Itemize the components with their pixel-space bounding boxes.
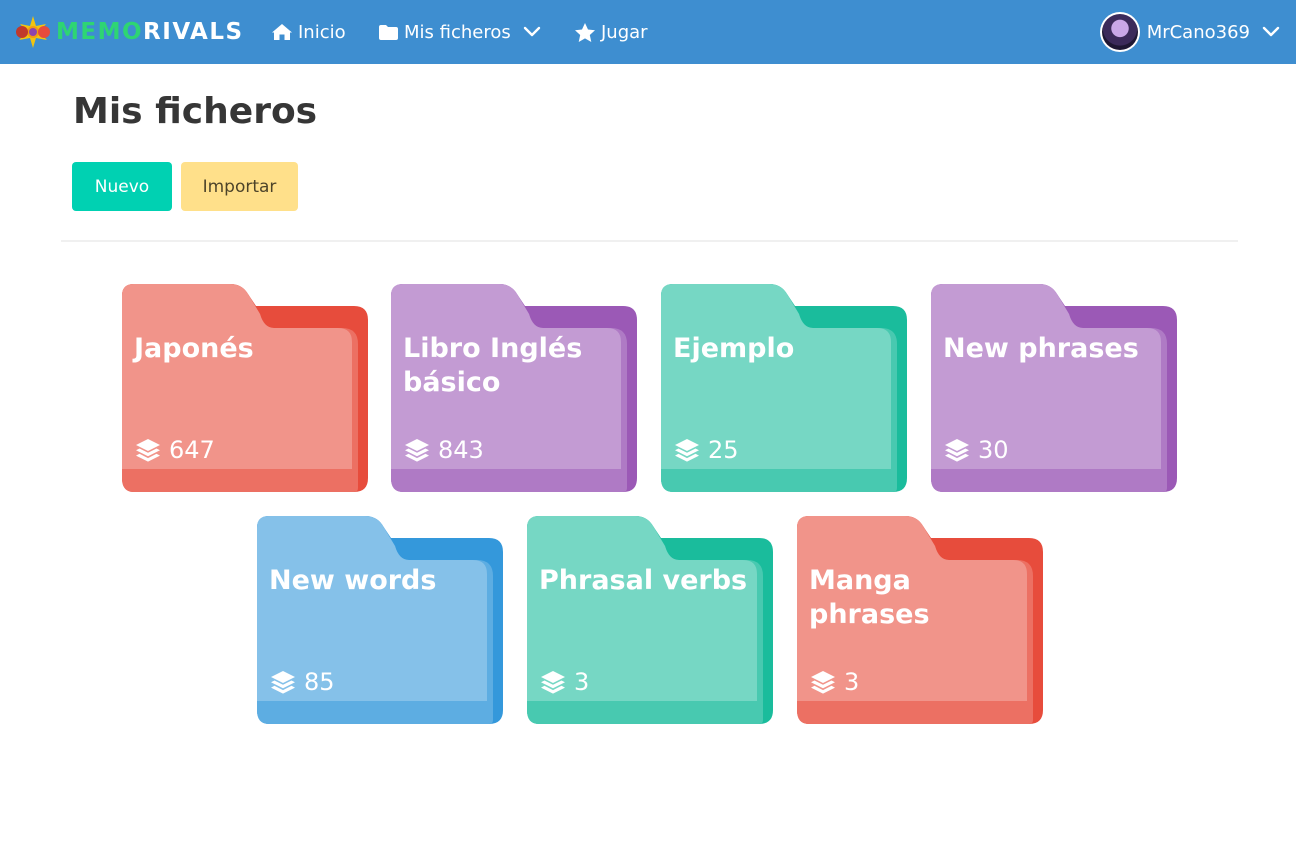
layers-icon [135, 438, 161, 462]
star-icon [574, 22, 596, 43]
folder-count: 843 [438, 436, 484, 464]
folder-count: 85 [304, 668, 335, 696]
chevron-down-icon [523, 26, 541, 38]
folder-name: Japonés [134, 333, 254, 364]
logo-text: MEMORIVALS [56, 19, 244, 45]
nav-jugar[interactable]: Jugar [574, 0, 648, 64]
layers-icon [810, 670, 836, 694]
folder-name: Manga phrases [809, 565, 930, 630]
folder-name: Libro Inglés básico [403, 333, 583, 398]
folder-count: 25 [708, 436, 739, 464]
chevron-down-icon [1262, 26, 1280, 38]
user-name: MrCano369 [1146, 21, 1250, 43]
layers-icon [404, 438, 430, 462]
layers-icon [540, 670, 566, 694]
avatar [1099, 12, 1140, 52]
folder-count: 30 [978, 436, 1009, 464]
folder-card-count: 3 [540, 668, 589, 696]
nav-mis-ficheros[interactable]: Mis ficheros [378, 0, 541, 64]
layers-icon [270, 670, 296, 694]
folder-card-count: 647 [135, 436, 215, 464]
layers-icon [944, 438, 970, 462]
folder-card-count: 85 [270, 668, 335, 696]
nav-inicio-label: Inicio [298, 21, 346, 43]
divider [61, 240, 1238, 242]
logo[interactable]: MEMORIVALS [14, 14, 244, 50]
folder-name: New phrases [943, 333, 1139, 364]
folder-name: Ejemplo [673, 333, 795, 364]
nav-inicio[interactable]: Inicio [271, 0, 346, 64]
user-menu[interactable]: MrCano369 [1099, 0, 1280, 64]
folder-card-count: 843 [404, 436, 484, 464]
folder-icon [378, 24, 399, 41]
folder-card-count: 3 [810, 668, 859, 696]
folder-card[interactable]: New phrases 30 [931, 284, 1177, 492]
nav-mis-ficheros-label: Mis ficheros [404, 21, 511, 43]
import-button[interactable]: Importar [181, 162, 298, 211]
folder-card-count: 25 [674, 436, 739, 464]
folder-name: New words [269, 565, 437, 596]
folder-card[interactable]: Manga phrases 3 [797, 516, 1043, 724]
folder-card[interactable]: New words 85 [257, 516, 503, 724]
folder-count: 647 [169, 436, 215, 464]
folder-card[interactable]: Phrasal verbs 3 [527, 516, 773, 724]
home-icon [271, 23, 293, 41]
folder-card[interactable]: Japonés 647 [122, 284, 368, 492]
new-button[interactable]: Nuevo [72, 162, 172, 211]
folder-count: 3 [574, 668, 590, 696]
page-title: Mis ficheros [73, 91, 318, 132]
layers-icon [674, 438, 700, 462]
nav-jugar-label: Jugar [601, 21, 648, 43]
navbar: MEMORIVALS Inicio Mis ficheros Jugar MrC… [0, 0, 1296, 64]
folder-name: Phrasal verbs [539, 565, 748, 596]
folder-card[interactable]: Ejemplo 25 [661, 284, 907, 492]
folder-card[interactable]: Libro Inglés básico 843 [391, 284, 637, 492]
folder-count: 3 [844, 668, 860, 696]
folder-card-count: 30 [944, 436, 1009, 464]
logo-icon [16, 16, 50, 48]
